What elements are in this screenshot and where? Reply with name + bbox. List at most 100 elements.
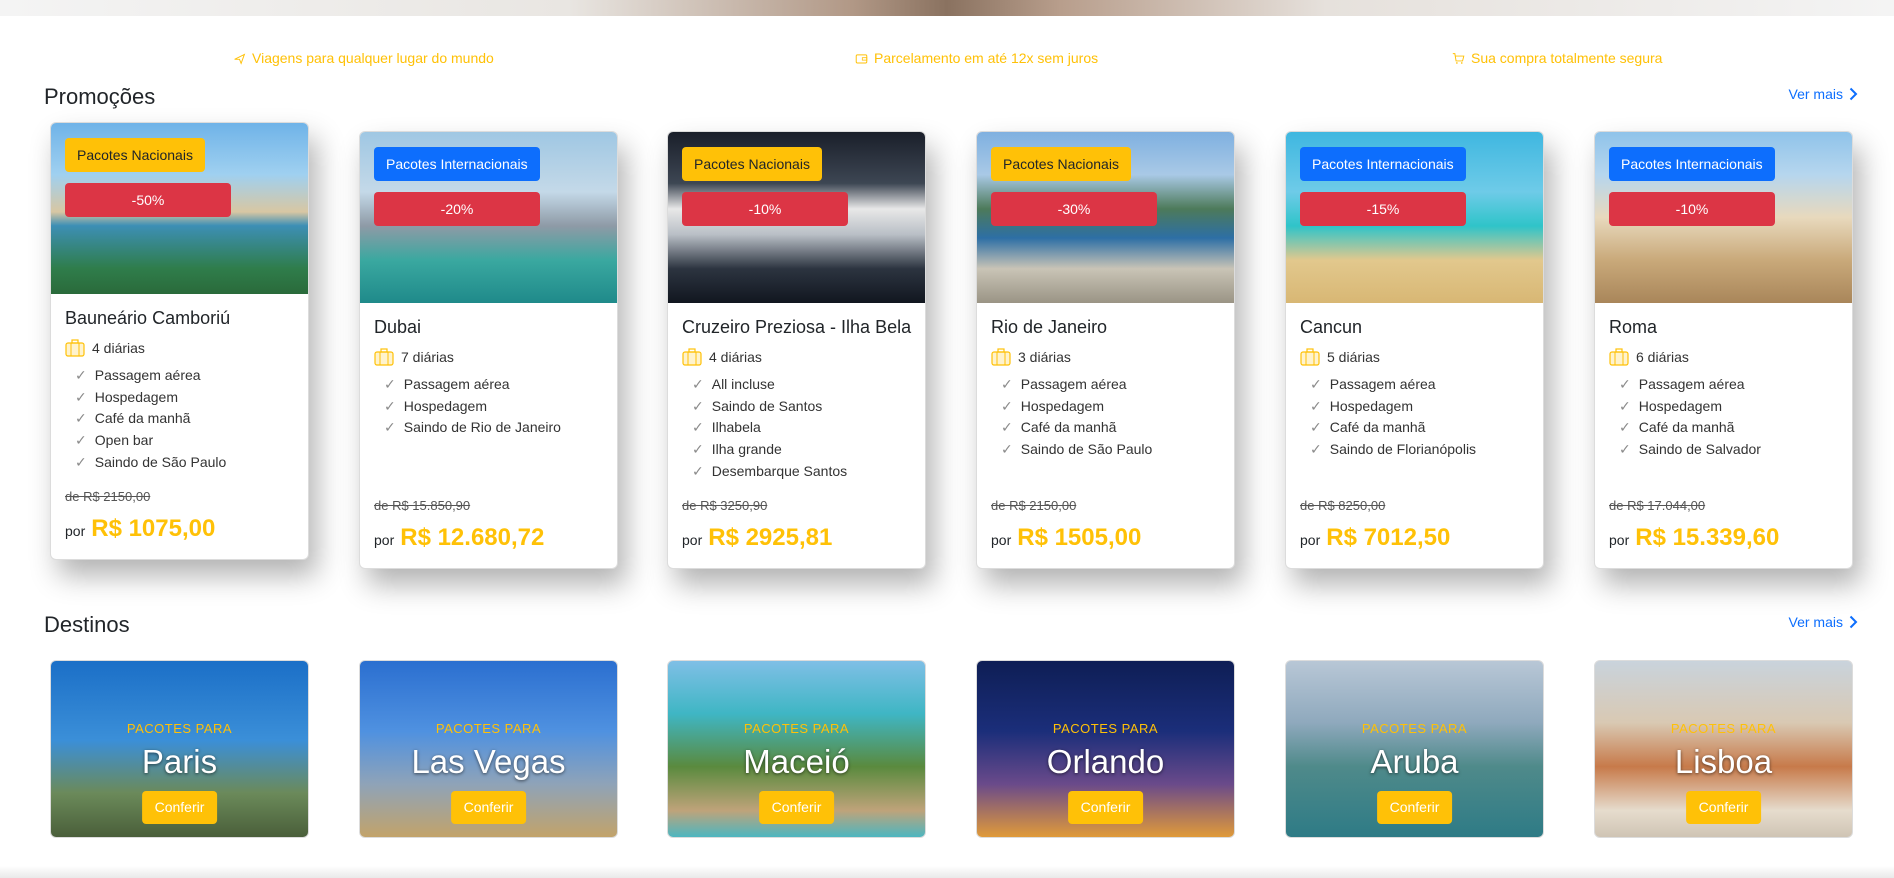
feature-installments: Parcelamento em até 12x sem juros [855,50,1098,66]
ver-mais-destinos-link[interactable]: Ver mais [1789,614,1858,630]
check-icon: ✓ [692,397,704,414]
destination-card-maceio[interactable]: PACOTES PARA Maceió Conferir [667,660,926,838]
destination-name: Las Vegas [411,743,566,780]
price-value: R$ 2925,81 [708,524,833,551]
list-item-text: Hospedagem [1020,397,1105,414]
conferir-button[interactable]: Conferir [450,791,527,824]
conferir-button[interactable]: Conferir [141,791,218,824]
new-price: por R$ 15.339,60 [1609,524,1779,552]
new-price: por R$ 2925,81 [682,524,832,552]
list-item: ✓ Hospedagem [374,396,603,418]
check-icon: ✓ [692,376,704,392]
check-icon: ✓ [692,419,704,436]
destination-card-las-vegas[interactable]: PACOTES PARA Las Vegas Conferir [359,660,618,838]
list-item-text: Passagem aérea [1020,376,1127,392]
conferir-button[interactable]: Conferir [1685,791,1762,824]
promo-image: Pacotes Nacionais -10% [668,132,925,303]
promo-card-dubai[interactable]: Pacotes Internacionais -20% Dubai 7 diár… [359,131,618,569]
badge-package-type: Pacotes Nacionais [682,147,822,181]
new-price: por R$ 1505,00 [991,524,1141,552]
promo-days: 6 diárias [1609,348,1838,366]
destination-name: Lisboa [1674,743,1773,780]
check-icon: ✓ [1310,376,1322,392]
price-prefix: por [1609,532,1630,548]
hero-banner-bottom [0,0,1894,16]
new-price: por R$ 1075,00 [65,515,215,543]
list-item-text: Saindo de Florianópolis [1329,441,1477,458]
luggage-icon [991,348,1011,366]
list-item: ✓ Desembarque Santos [682,461,911,483]
list-item: ✓ Hospedagem [991,396,1220,418]
promo-image: Pacotes Nacionais -50% [51,123,308,294]
list-item: ✓ All incluse [682,374,911,396]
check-icon: ✓ [1619,376,1631,392]
days-label: 4 diárias [709,349,762,365]
feature-text: Sua compra totalmente segura [1471,50,1663,66]
list-item-text: Ilha grande [711,441,782,458]
conferir-button[interactable]: Conferir [758,791,835,824]
section-title-promocoes: Promoções [44,84,156,109]
badge-discount: -15% [1300,192,1466,226]
badge-discount: -30% [991,192,1157,226]
ver-mais-promocoes-link[interactable]: Ver mais [1789,86,1858,102]
promo-title: Cancun [1300,317,1363,337]
destination-subtitle: PACOTES PARA [1670,721,1777,736]
promo-days: 4 diárias [65,339,294,357]
destination-card-aruba[interactable]: PACOTES PARA Aruba Conferir [1285,660,1544,838]
list-item-text: Hospedagem [94,388,179,405]
badge-discount: -10% [1609,192,1775,226]
promo-image: Pacotes Internacionais -10% [1595,132,1852,303]
check-icon: ✓ [1310,441,1322,458]
list-item: ✓ Saindo de São Paulo [65,452,294,474]
badge-discount: -20% [374,192,540,226]
list-item: ✓ Café da manhã [991,417,1220,439]
badge-package-type: Pacotes Internacionais [1609,147,1775,181]
destination-subtitle: PACOTES PARA [1361,721,1468,736]
promo-days: 7 diárias [374,348,603,366]
list-item: ✓ Passagem aérea [1609,374,1838,396]
old-price: de R$ 2150,00 [65,489,151,504]
old-price: de R$ 3250,90 [682,498,768,513]
promo-days: 4 diárias [682,348,911,366]
secure-cart-icon [1452,52,1465,64]
list-item-text: Passagem aérea [403,376,510,392]
destination-card-orlando[interactable]: PACOTES PARA Orlando Conferir [976,660,1235,838]
promo-includes-list: ✓ All incluse ✓ Saindo de Santos ✓ Ilhabela… [682,374,911,482]
conferir-button[interactable]: Conferir [1067,791,1144,824]
promo-title: Bauneário Camboriú [65,308,231,328]
check-icon: ✓ [75,367,87,383]
promo-card-cruzeiro[interactable]: Pacotes Nacionais -10% Cruzeiro Preziosa… [667,131,926,569]
check-icon: ✓ [1310,419,1322,436]
check-icon: ✓ [75,388,87,405]
check-icon: ✓ [1001,397,1013,414]
price-prefix: por [65,523,86,539]
promo-includes-list: ✓ Passagem aérea ✓ Hospedagem ✓ Café da man… [1609,374,1838,461]
list-item: ✓ Saindo de Rio de Janeiro [374,417,603,439]
promo-image: Pacotes Nacionais -30% [977,132,1234,303]
destination-subtitle: PACOTES PARA [743,721,850,736]
feature-text: Parcelamento em até 12x sem juros [874,50,1099,66]
check-icon: ✓ [1619,419,1631,436]
conferir-button[interactable]: Conferir [1376,791,1453,824]
old-price: de R$ 8250,00 [1300,498,1386,513]
list-item-text: Saindo de São Paulo [1020,441,1153,458]
check-icon: ✓ [1001,419,1013,436]
list-item: ✓ Café da manhã [65,408,294,430]
promo-card-roma[interactable]: Pacotes Internacionais -10% Roma 6 diári… [1594,131,1853,569]
promo-card-rio[interactable]: Pacotes Nacionais -30% Rio de Janeiro 3 … [976,131,1235,569]
old-price: de R$ 2150,00 [991,498,1077,513]
promo-card-camboriu[interactable]: Pacotes Nacionais -50% Bauneário Cambori… [50,122,309,560]
destination-card-lisboa[interactable]: PACOTES PARA Lisboa Conferir [1594,660,1853,838]
ver-mais-label: Ver mais [1788,86,1843,102]
price-prefix: por [374,532,395,548]
promo-card-cancun[interactable]: Pacotes Internacionais -15% Cancun 5 diá… [1285,131,1544,569]
destination-card-paris[interactable]: PACOTES PARA Paris Conferir [50,660,309,838]
price-value: R$ 1075,00 [91,515,216,542]
list-item-text: Saindo de Salvador [1638,441,1761,458]
new-price: por R$ 7012,50 [1300,524,1450,552]
luggage-icon [682,348,702,366]
destination-name: Orlando [1046,743,1165,780]
promo-image: Pacotes Internacionais -20% [360,132,617,303]
days-label: 4 diárias [92,340,145,356]
destination-subtitle: PACOTES PARA [1052,721,1159,736]
